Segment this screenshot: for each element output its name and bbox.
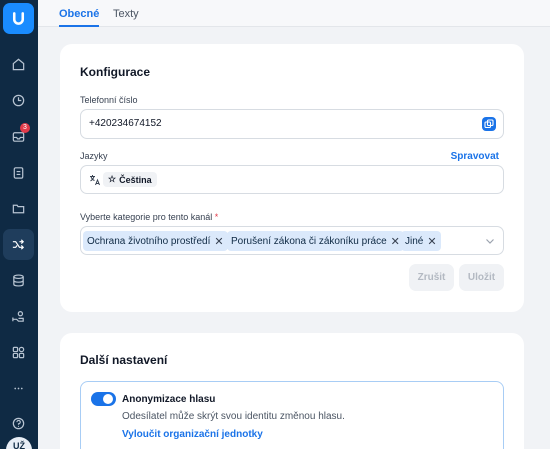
users-icon — [12, 311, 24, 322]
database-icon — [13, 274, 24, 287]
category-chip: Porušení zákona či zákoníku práce ✕ — [227, 231, 404, 251]
remove-chip-icon[interactable]: ✕ — [391, 235, 400, 248]
manage-languages-link[interactable]: Spravovat — [451, 151, 499, 162]
tab-texts[interactable]: Texty — [113, 8, 139, 20]
phone-field[interactable]: +420234674152 — [80, 109, 504, 139]
clock-icon — [12, 94, 25, 107]
category-chip: Jiné ✕ — [401, 231, 441, 251]
apps-icon — [12, 346, 25, 359]
help-icon — [12, 417, 25, 430]
remove-chip-icon[interactable]: ✕ — [427, 235, 436, 248]
configuration-title: Konfigurace — [80, 65, 151, 79]
languages-field[interactable]: ☆ Čeština — [80, 165, 504, 194]
nav-home[interactable] — [3, 49, 34, 80]
additional-settings-title: Další nastavení — [80, 353, 168, 367]
home-icon — [12, 58, 25, 71]
more-icon — [14, 387, 23, 390]
category-chip-label: Ochrana životního prostředí — [87, 235, 211, 247]
voice-anonymization-option: Anonymizace hlasu Odesílatel může skrýt … — [80, 381, 504, 449]
tab-bar: Obecné Texty — [38, 0, 550, 27]
toggle-knob — [103, 394, 113, 404]
nav-inbox[interactable]: 3 — [3, 121, 34, 152]
nav-reports[interactable] — [3, 85, 34, 116]
additional-settings-card: Další nastavení Anonymizace hlasu Odesíl… — [60, 333, 524, 449]
category-chip: Ochrana životního prostředí ✕ — [83, 231, 228, 251]
copy-button[interactable] — [482, 117, 496, 131]
nav-users[interactable] — [3, 301, 34, 332]
remove-chip-icon[interactable]: ✕ — [214, 235, 223, 248]
categories-select[interactable]: Ochrana životního prostředí ✕ Porušení z… — [80, 226, 504, 255]
category-chip-label: Porušení zákona či zákoníku práce — [231, 235, 387, 247]
folder-icon — [12, 204, 25, 214]
option-title: Anonymizace hlasu — [122, 394, 216, 405]
nav-apps[interactable] — [3, 337, 34, 368]
phone-label: Telefonní číslo — [80, 95, 138, 105]
translate-icon — [90, 175, 100, 186]
notification-badge: 3 — [20, 123, 30, 133]
copy-icon — [484, 119, 494, 129]
phone-value: +420234674152 — [89, 118, 162, 129]
app-logo[interactable] — [3, 3, 34, 34]
categories-label: Vyberte kategorie pro tento kanál * — [80, 212, 218, 222]
nav-tasks[interactable] — [3, 157, 34, 188]
language-chip-label: Čeština — [119, 174, 152, 185]
required-mark: * — [214, 212, 219, 222]
exclude-units-link[interactable]: Vyloučit organizační jednotky — [122, 429, 263, 440]
category-chip-label: Jiné — [405, 235, 424, 247]
logo-icon — [12, 12, 25, 25]
nav-files[interactable] — [3, 193, 34, 224]
tab-general[interactable]: Obecné — [59, 8, 100, 27]
language-chip[interactable]: ☆ Čeština — [103, 172, 157, 187]
cancel-button[interactable]: Zrušit — [409, 264, 454, 291]
star-icon: ☆ — [108, 174, 117, 184]
nav-database[interactable] — [3, 265, 34, 296]
nav-more[interactable] — [3, 373, 34, 404]
clipboard-icon — [13, 167, 24, 179]
sidebar: 3 UŽ — [0, 0, 38, 449]
nav-help[interactable] — [3, 408, 34, 439]
option-description: Odesílatel může skrýt svou identitu změn… — [122, 411, 345, 422]
shuffle-icon — [12, 239, 25, 250]
configuration-card: Konfigurace Telefonní číslo +42023467415… — [60, 44, 524, 312]
save-button[interactable]: Uložit — [459, 264, 504, 291]
voice-anonymization-toggle[interactable] — [91, 392, 116, 406]
chevron-down-icon[interactable] — [485, 236, 495, 246]
nav-channels[interactable] — [3, 229, 34, 260]
languages-label: Jazyky — [80, 151, 108, 161]
categories-label-text: Vyberte kategorie pro tento kanál — [80, 212, 213, 222]
